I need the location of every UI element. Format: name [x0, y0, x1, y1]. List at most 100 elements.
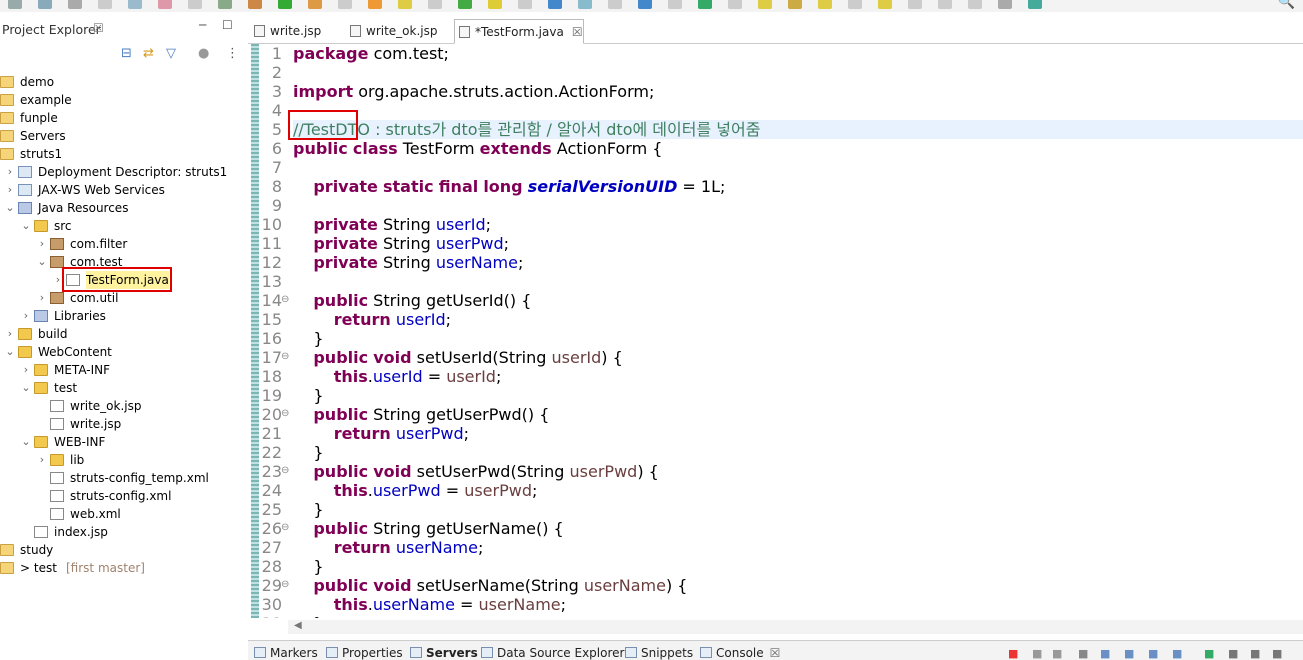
- toolbar-button-icon[interactable]: [878, 0, 892, 9]
- filter-icon[interactable]: ▽: [166, 46, 176, 61]
- search-icon[interactable]: 🔍: [1278, 0, 1295, 10]
- bottom-tab[interactable]: Properties: [326, 646, 403, 660]
- code-line[interactable]: import org.apache.struts.action.ActionFo…: [293, 82, 654, 101]
- editor-tab[interactable]: *TestForm.java ☒: [454, 19, 584, 44]
- remove-all-icon[interactable]: ■: [1052, 647, 1062, 660]
- close-icon[interactable]: ☒: [93, 21, 104, 35]
- expanded-arrow-icon[interactable]: ⌄: [20, 379, 32, 397]
- toolbar-button-icon[interactable]: [578, 0, 592, 9]
- collapse-all-icon[interactable]: ⊟: [121, 46, 132, 61]
- code-line[interactable]: return userPwd;: [293, 424, 469, 443]
- tree-item[interactable]: write.jsp: [0, 415, 244, 433]
- tree-item[interactable]: struts1: [0, 145, 244, 163]
- expanded-arrow-icon[interactable]: ⌄: [4, 199, 16, 217]
- link-with-editor-icon[interactable]: ⇄: [143, 46, 154, 61]
- tree-item[interactable]: funple: [0, 109, 244, 127]
- tree-item[interactable]: struts-config.xml: [0, 487, 244, 505]
- code-line[interactable]: public String getUserPwd() {: [293, 405, 549, 424]
- bottom-tab[interactable]: Servers: [410, 646, 478, 660]
- code-line[interactable]: public String getUserId() {: [293, 291, 531, 310]
- toolbar-button-icon[interactable]: [308, 0, 322, 9]
- tree-item[interactable]: struts-config_temp.xml: [0, 469, 244, 487]
- view-menu-icon[interactable]: ■: [1228, 647, 1238, 660]
- close-icon[interactable]: ☒: [572, 25, 583, 39]
- minimize-icon[interactable]: ─: [199, 18, 206, 32]
- code-line[interactable]: this.userName = userName;: [293, 595, 566, 614]
- code-line[interactable]: private String userId;: [293, 215, 491, 234]
- code-line[interactable]: }: [293, 329, 323, 348]
- code-line[interactable]: }: [293, 443, 323, 462]
- tree-item[interactable]: › lib: [0, 451, 244, 469]
- code-line[interactable]: public void setUserPwd(String userPwd) {: [293, 462, 659, 481]
- tree-item[interactable]: ⌄ WEB-INF: [0, 433, 244, 451]
- code-line[interactable]: }: [293, 500, 323, 519]
- collapsed-arrow-icon[interactable]: ›: [4, 181, 16, 199]
- tree-item[interactable]: › META-INF: [0, 361, 244, 379]
- collapsed-arrow-icon[interactable]: ›: [36, 289, 48, 307]
- scroll-left-icon[interactable]: ◀: [294, 620, 302, 631]
- tree-item[interactable]: demo: [0, 73, 244, 91]
- tree-item[interactable]: ⌄ src: [0, 217, 244, 235]
- toolbar-button-icon[interactable]: [128, 0, 142, 9]
- fold-icon[interactable]: ⊖: [281, 408, 289, 419]
- remove-icon[interactable]: ■: [1032, 647, 1042, 660]
- toolbar-button-icon[interactable]: [548, 0, 562, 9]
- open-console-icon[interactable]: ■: [1204, 647, 1214, 660]
- toolbar-button-icon[interactable]: [668, 0, 682, 9]
- tree-item[interactable]: ⌄ test: [0, 379, 244, 397]
- toolbar-button-icon[interactable]: [638, 0, 652, 9]
- collapsed-arrow-icon[interactable]: ›: [36, 235, 48, 253]
- bottom-tab[interactable]: Snippets: [625, 646, 693, 660]
- collapsed-arrow-icon[interactable]: ›: [4, 163, 16, 181]
- code-line[interactable]: }: [293, 557, 323, 576]
- expanded-arrow-icon[interactable]: ⌄: [36, 253, 48, 271]
- toolbar-button-icon[interactable]: [698, 0, 712, 9]
- scroll-lock-icon[interactable]: ■: [1124, 647, 1134, 660]
- toolbar-button-icon[interactable]: [488, 0, 502, 9]
- tree-item[interactable]: Servers: [0, 127, 244, 145]
- code-line[interactable]: public void setUserId(String userId) {: [293, 348, 622, 367]
- toolbar-button-icon[interactable]: [398, 0, 412, 9]
- toolbar-button-icon[interactable]: [98, 0, 112, 9]
- toolbar-button-icon[interactable]: [608, 0, 622, 9]
- code-line[interactable]: private String userPwd;: [293, 234, 509, 253]
- bottom-tab[interactable]: Markers: [254, 646, 318, 660]
- code-line[interactable]: //TestDTO : struts가 dto를 관리함 / 알아서 dto에 …: [293, 120, 1303, 139]
- toolbar-button-icon[interactable]: [908, 0, 922, 9]
- toolbar-button-icon[interactable]: [1028, 0, 1042, 9]
- tree-item[interactable]: › build: [0, 325, 244, 343]
- maximize-icon[interactable]: ■: [1272, 647, 1282, 660]
- tree-item[interactable]: › com.util: [0, 289, 244, 307]
- toolbar-button-icon[interactable]: [758, 0, 772, 9]
- tree-item[interactable]: > test [first master]: [0, 559, 244, 577]
- fold-icon[interactable]: ⊖: [281, 294, 289, 305]
- fold-icon[interactable]: ⊖: [281, 522, 289, 533]
- editor-tab[interactable]: write_ok.jsp: [346, 19, 446, 44]
- tree-item[interactable]: example: [0, 91, 244, 109]
- code-line[interactable]: private String userName;: [293, 253, 523, 272]
- tree-item[interactable]: index.jsp: [0, 523, 244, 541]
- tree-item[interactable]: study: [0, 541, 244, 559]
- code-line[interactable]: public class TestForm extends ActionForm…: [293, 139, 662, 158]
- tree-item[interactable]: › Libraries: [0, 307, 244, 325]
- toolbar-button-icon[interactable]: [278, 0, 292, 9]
- tree-item[interactable]: › TestForm.java: [0, 267, 244, 292]
- code-line[interactable]: private static final long serialVersionU…: [293, 177, 725, 196]
- pin-icon[interactable]: ■: [1078, 647, 1088, 660]
- fold-icon[interactable]: ⊖: [281, 351, 289, 362]
- expanded-arrow-icon[interactable]: ⌄: [20, 217, 32, 235]
- toolbar-button-icon[interactable]: [428, 0, 442, 9]
- maximize-icon[interactable]: ☐: [222, 18, 233, 32]
- display-icon[interactable]: ■: [1100, 647, 1110, 660]
- toolbar-button-icon[interactable]: [248, 0, 262, 9]
- tree-item[interactable]: › Deployment Descriptor: struts1: [0, 163, 244, 181]
- word-wrap-icon[interactable]: ■: [1148, 647, 1158, 660]
- view-menu-icon[interactable]: ⋮: [226, 46, 239, 61]
- toolbar-button-icon[interactable]: [518, 0, 532, 9]
- collapsed-arrow-icon[interactable]: ›: [4, 325, 16, 343]
- code-line[interactable]: }: [293, 386, 323, 405]
- toolbar-button-icon[interactable]: [368, 0, 382, 9]
- code-line[interactable]: this.userId = userId;: [293, 367, 502, 386]
- collapsed-arrow-icon[interactable]: ›: [36, 451, 48, 469]
- bottom-tab[interactable]: Console ☒: [700, 646, 780, 660]
